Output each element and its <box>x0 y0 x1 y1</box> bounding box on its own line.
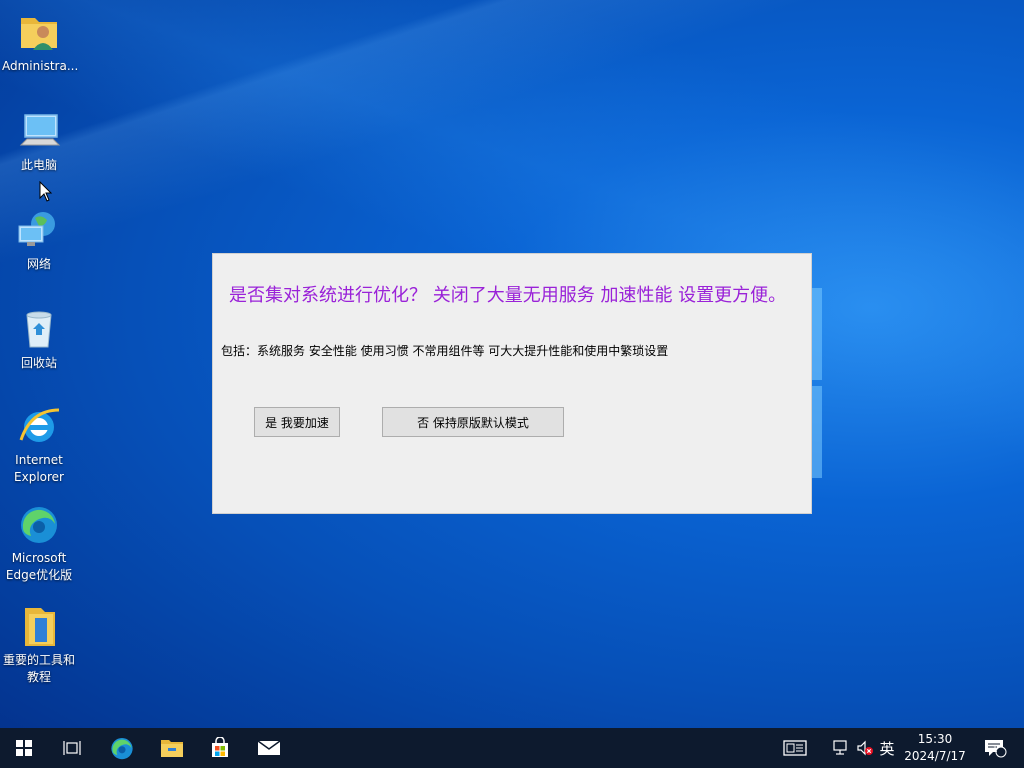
volume-muted-icon <box>857 740 873 756</box>
edge-icon <box>21 507 57 543</box>
desktop-icon-label: 回收站 <box>20 356 57 370</box>
clock-time: 15:30 <box>917 732 953 746</box>
start-button[interactable] <box>0 728 48 768</box>
tray-news-button[interactable] <box>778 728 812 768</box>
system-clock[interactable]: 15:30 2024/7/17 <box>898 731 972 765</box>
tray-network-button[interactable] <box>828 728 852 768</box>
internet-explorer-icon <box>19 408 60 442</box>
desktop-icon-label: 此电脑 <box>20 158 57 172</box>
file-explorer-icon <box>161 740 183 757</box>
dialog-heading: 是否集对系统进行优化？ 关闭了大量无用服务 加速性能 设置更方便。 <box>229 285 787 306</box>
dialog-detail: 包括：系统服务 安全性能 使用习惯 不常用组件等 可大大提升性能和使用中繁琐设置 <box>221 344 669 358</box>
accelerate-yes-button[interactable]: 是 我要加速 <box>254 407 340 437</box>
desktop-icon-network[interactable]: 网络 <box>2 208 76 273</box>
news-icon <box>783 740 807 756</box>
desktop-icon-label: Microsoft Edge优化版 <box>5 551 73 582</box>
computer-icon <box>19 114 61 146</box>
taskbar-file-explorer-button[interactable] <box>148 728 196 768</box>
optimization-dialog: 是否集对系统进行优化？ 关闭了大量无用服务 加速性能 设置更方便。 包括：系统服… <box>212 253 812 514</box>
user-folder-icon <box>21 18 57 50</box>
desktop-icon-label: Internet Explorer <box>14 453 64 484</box>
clock-date: 2024/7/17 <box>904 749 966 763</box>
notification-count-badge: 1 <box>992 745 998 755</box>
tray-volume-button[interactable] <box>854 728 876 768</box>
desktop-icon-label: 重要的工具和教程 <box>2 653 75 684</box>
store-icon <box>212 737 228 757</box>
desktop-icon-label: 网络 <box>26 257 51 271</box>
desktop-icon-label: Administra... <box>2 59 79 73</box>
mouse-cursor-icon <box>39 181 53 202</box>
edge-icon <box>111 737 133 760</box>
taskbar-store-button[interactable] <box>196 728 244 768</box>
input-method-indicator[interactable]: 英 <box>876 728 898 768</box>
desktop-icon-edge[interactable]: Microsoft Edge优化版 <box>2 502 76 584</box>
taskbar-mail-button[interactable] <box>245 728 293 768</box>
task-view-button[interactable] <box>48 728 96 768</box>
folder-icon <box>25 608 55 646</box>
windows-start-icon <box>16 740 32 756</box>
desktop-icon-recycle-bin[interactable]: 回收站 <box>2 307 76 372</box>
taskbar-edge-button[interactable] <box>98 728 146 768</box>
desktop-icon-tools-folder[interactable]: 重要的工具和教程 <box>2 604 76 686</box>
mail-icon <box>257 740 281 755</box>
desktop-icon-internet-explorer[interactable]: Internet Explorer <box>2 404 76 486</box>
task-view-icon <box>63 741 81 755</box>
keep-default-no-button[interactable]: 否 保持原版默认模式 <box>382 407 564 437</box>
action-center-button[interactable]: 1 <box>978 728 1012 768</box>
network-status-icon <box>833 740 847 755</box>
recycle-bin-icon <box>26 311 52 348</box>
network-icon <box>18 212 55 246</box>
desktop-icon-this-pc[interactable]: 此电脑 <box>2 109 76 174</box>
taskbar: 英 15:30 2024/7/17 1 <box>0 728 1024 768</box>
desktop-icon-administrator[interactable]: Administra... <box>2 10 79 75</box>
